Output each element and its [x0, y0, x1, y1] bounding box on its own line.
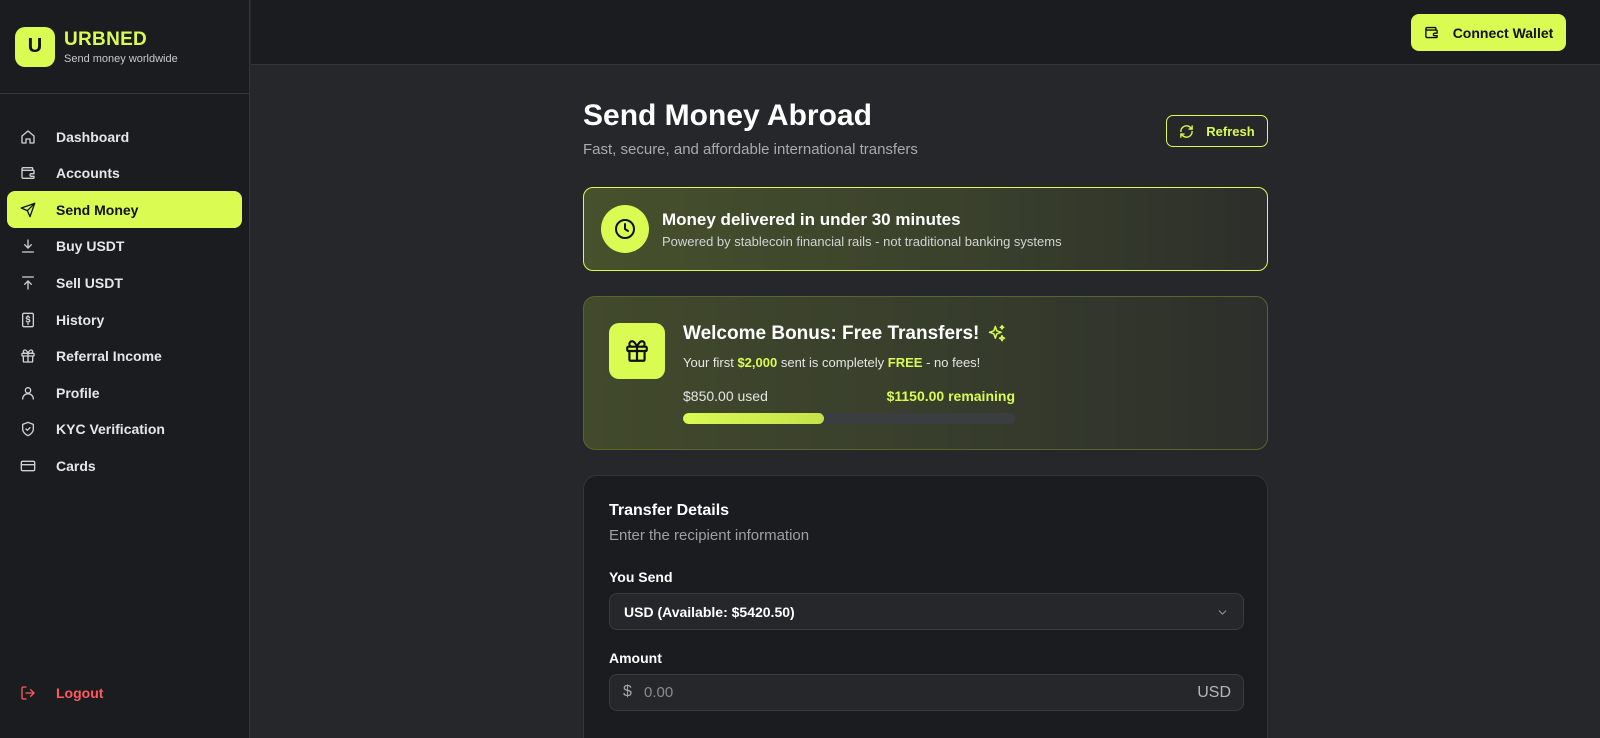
sidebar-item-label: Sell USDT	[56, 274, 123, 291]
bonus-free-highlight: FREE	[887, 355, 923, 370]
wallet-icon	[1424, 26, 1438, 39]
gift-icon	[21, 349, 35, 363]
sidebar-item-label: Profile	[56, 384, 100, 401]
brand[interactable]: U URBNED Send money worldwide	[0, 0, 249, 94]
sidebar-item-accounts[interactable]: Accounts	[7, 155, 242, 192]
shield-icon	[22, 422, 34, 437]
connect-wallet-button[interactable]: Connect Wallet	[1411, 14, 1566, 51]
sidebar-item-profile[interactable]: Profile	[7, 374, 242, 411]
sidebar-item-label: Dashboard	[56, 128, 130, 145]
sidebar-item-dashboard[interactable]: Dashboard	[7, 118, 242, 155]
sidebar-item-send-money[interactable]: Send Money	[7, 191, 242, 229]
bonus-amount: $2,000	[737, 355, 778, 370]
logout-icon	[21, 686, 35, 700]
page-title: Send Money Abroad	[583, 99, 872, 132]
sidebar-item-sell-usdt[interactable]: Sell USDT	[7, 264, 242, 301]
amount-field: $ USD	[609, 674, 1244, 711]
sidebar-item-label: Accounts	[56, 165, 120, 182]
user-icon	[22, 386, 34, 400]
currency-select[interactable]: USD (Available: $5420.50)	[609, 593, 1244, 630]
refresh-button[interactable]: Refresh	[1166, 115, 1268, 147]
bonus-progress-bar	[683, 413, 1015, 424]
connect-wallet-label: Connect Wallet	[1452, 24, 1554, 41]
card-subtitle: Enter the recipient information	[609, 527, 810, 544]
bonus-title: Welcome Bonus: Free Transfers!	[683, 323, 1007, 345]
sidebar-item-buy-usdt[interactable]: Buy USDT	[7, 228, 242, 265]
refresh-label: Refresh	[1206, 123, 1255, 139]
sidebar-item-cards[interactable]: Cards	[7, 447, 242, 484]
send-icon	[20, 202, 36, 218]
brand-tagline: Send money worldwide	[64, 52, 178, 65]
banner-subtitle: Powered by stablecoin financial rails - …	[662, 233, 1062, 249]
amount-input[interactable]	[644, 675, 1164, 710]
sidebar-nav: Dashboard Accounts Send Money Buy USDT S…	[0, 118, 249, 484]
bonus-used: $850.00 used	[683, 388, 768, 404]
welcome-bonus-card: Welcome Bonus: Free Transfers! Your firs…	[583, 296, 1268, 450]
bonus-remaining: $1150.00 remaining	[886, 388, 1015, 404]
sidebar-item-label: Buy USDT	[56, 238, 125, 255]
card-title: Transfer Details	[609, 502, 730, 519]
bonus-desc-prefix: Your first	[683, 355, 734, 370]
sidebar-item-label: History	[56, 311, 105, 328]
sparkles-icon	[989, 324, 1006, 342]
chevron-down-icon	[1218, 610, 1227, 615]
page-subtitle: Fast, secure, and affordable internation…	[583, 141, 918, 158]
sidebar: U URBNED Send money worldwide Dashboard …	[0, 0, 250, 738]
logout-button[interactable]: Logout	[7, 676, 243, 710]
refresh-icon	[1180, 124, 1194, 138]
bonus-progress-fill	[683, 413, 825, 424]
sidebar-item-label: KYC Verification	[56, 421, 165, 438]
bonus-title-text: Welcome Bonus: Free Transfers!	[683, 323, 980, 344]
clock-icon	[601, 205, 649, 253]
sidebar-item-label: Referral Income	[56, 348, 162, 365]
bonus-description: Your first $2,000 sent is completely FRE…	[683, 355, 980, 370]
sidebar-item-label: Cards	[56, 457, 96, 474]
upload-icon	[22, 276, 34, 290]
logout-label: Logout	[56, 685, 104, 701]
brand-name: URBNED	[64, 28, 148, 50]
receipt-icon	[22, 312, 34, 327]
transfer-details-card: Transfer Details Enter the recipient inf…	[583, 475, 1268, 738]
currency-select-value: USD (Available: $5420.50)	[624, 603, 795, 620]
dollar-sign: $	[623, 683, 632, 700]
sidebar-item-referral-income[interactable]: Referral Income	[7, 338, 242, 375]
credit-card-icon	[20, 460, 36, 472]
top-bar: Connect Wallet	[251, 0, 1600, 65]
sidebar-item-kyc-verification[interactable]: KYC Verification	[7, 411, 242, 448]
download-icon	[22, 239, 34, 253]
bonus-desc-middle: sent is completely	[780, 355, 885, 370]
brand-logo: U	[15, 26, 55, 67]
banner-title: Money delivered in under 30 minutes	[662, 209, 961, 229]
sidebar-item-label: Send Money	[56, 201, 139, 218]
you-send-label: You Send	[609, 569, 673, 585]
amount-label: Amount	[609, 650, 662, 666]
sidebar-item-history[interactable]: History	[7, 301, 242, 338]
home-icon	[21, 129, 35, 144]
amount-currency: USD	[1197, 684, 1231, 701]
delivery-banner: Money delivered in under 30 minutes Powe…	[583, 187, 1268, 271]
wallet-icon	[21, 167, 35, 180]
bonus-desc-suffix: - no fees!	[926, 355, 981, 370]
gift-icon	[609, 323, 665, 379]
